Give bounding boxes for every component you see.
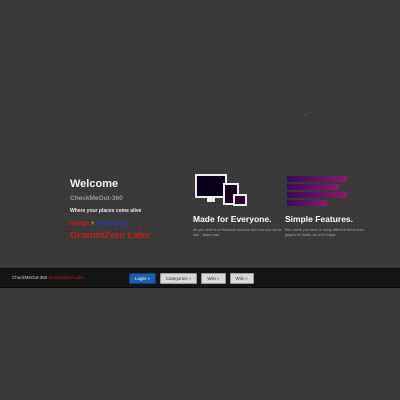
feature-description: See where you been in many different for… <box>285 228 364 237</box>
credits: design + develop by GroundZero Labs <box>70 220 180 241</box>
wiki-button[interactable]: Wiki » <box>201 273 226 284</box>
plus-sign: + <box>91 221 95 227</box>
wiki-button-2[interactable]: Wiki » <box>229 273 254 284</box>
studio-name: GroundZero Labs <box>70 230 150 241</box>
footer-bar: CheckMeOut-360 GroundZero Labs Login » C… <box>0 268 400 288</box>
bar-chart-icon <box>285 174 347 208</box>
footer-credit: CheckMeOut-360 GroundZero Labs <box>12 275 84 280</box>
feature-title: Made for Everyone. <box>193 214 272 224</box>
footer-nav: Login » Categories » Wiki » Wiki » <box>129 273 254 284</box>
login-button[interactable]: Login » <box>129 273 156 284</box>
categories-button[interactable]: Categories » <box>159 273 198 284</box>
devices-icon <box>193 174 253 208</box>
welcome-section: Welcome CheckMeOut-360 Where your places… <box>70 178 180 241</box>
feature-simple-features: Simple Features. See where you been in m… <box>285 174 375 238</box>
app-name: CheckMeOut-360 <box>70 195 123 202</box>
decorative-dot <box>304 114 306 116</box>
feature-made-for-everyone: Made for Everyone. All you need is a Fac… <box>193 174 283 238</box>
studio-link[interactable]: GroundZero Labs <box>49 275 84 280</box>
develop-credit: develop by <box>96 221 128 227</box>
tagline: Where your places come alive <box>70 208 142 214</box>
design-credit: design <box>70 221 90 227</box>
feature-title: Simple Features. <box>285 214 354 224</box>
feature-description: All you need is a Facebook Account and n… <box>193 228 282 237</box>
welcome-title: Welcome <box>70 178 119 190</box>
